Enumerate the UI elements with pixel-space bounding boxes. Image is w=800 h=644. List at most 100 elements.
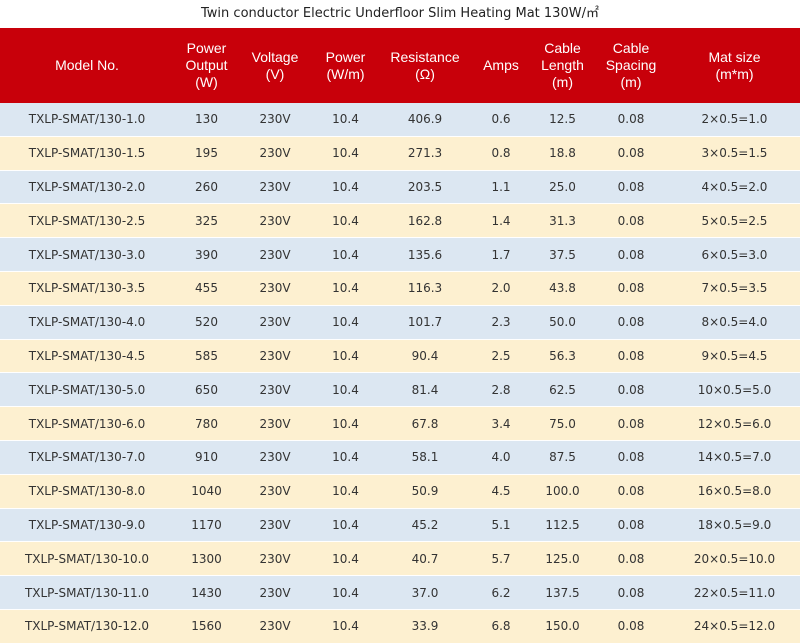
amps-cell: 5.7	[470, 541, 532, 577]
power-per-meter-cell: 10.4	[311, 339, 380, 374]
resistance-cell: 50.9	[380, 474, 470, 509]
resistance-cell: 90.4	[380, 339, 470, 374]
power-output-cell: 390	[174, 237, 239, 272]
amps-cell: 3.4	[470, 406, 532, 441]
mat-size-cell: 18×0.5=9.0	[669, 508, 800, 543]
model-header: Model No.	[0, 28, 174, 103]
mat-size-cell: 16×0.5=8.0	[669, 474, 800, 509]
mat-size-cell: 4×0.5=2.0	[669, 170, 800, 205]
model-cell: TXLP-SMAT/130-2.5	[0, 203, 174, 239]
cable-spacing-cell: 0.08	[593, 575, 669, 610]
amps-cell: 4.0	[470, 440, 532, 475]
power-per-meter-cell: 10.4	[311, 103, 380, 137]
power-per-meter-cell: 10.4	[311, 170, 380, 205]
power-output-cell: 520	[174, 305, 239, 340]
voltage-cell: 230V	[239, 305, 311, 340]
resistance-cell: 135.6	[380, 237, 470, 272]
cable-length-cell: 150.0	[532, 609, 593, 644]
amps-cell: 1.7	[470, 237, 532, 272]
voltage-cell: 230V	[239, 575, 311, 610]
power-per-meter-cell: 10.4	[311, 474, 380, 509]
power-per-meter-cell: 10.4	[311, 440, 380, 475]
voltage-cell: 230V	[239, 103, 311, 137]
cable-spacing-header: Cable Spacing (m)	[593, 28, 669, 103]
mat-size-cell: 20×0.5=10.0	[669, 541, 800, 577]
mat-size-cell: 5×0.5=2.5	[669, 203, 800, 239]
power-per-meter-cell: 10.4	[311, 609, 380, 644]
amps-cell: 0.8	[470, 136, 532, 171]
model-cell: TXLP-SMAT/130-4.0	[0, 305, 174, 340]
power-per-meter-cell: 10.4	[311, 541, 380, 577]
cable-spacing-cell: 0.08	[593, 271, 669, 306]
table-row: TXLP-SMAT/130-3.0 390 230V 10.4 135.6 1.7 37.5…	[0, 237, 800, 272]
power-output-cell: 260	[174, 170, 239, 205]
power-output-cell: 1300	[174, 541, 239, 577]
amps-cell: 2.0	[470, 271, 532, 306]
power-per-meter-cell: 10.4	[311, 406, 380, 441]
cable-spacing-cell: 0.08	[593, 103, 669, 137]
voltage-cell: 230V	[239, 609, 311, 644]
resistance-cell: 37.0	[380, 575, 470, 610]
model-cell: TXLP-SMAT/130-2.0	[0, 170, 174, 205]
cable-spacing-cell: 0.08	[593, 339, 669, 374]
amps-cell: 2.5	[470, 339, 532, 374]
table-row: TXLP-SMAT/130-1.5 195 230V 10.4 271.3 0.8 18.8…	[0, 136, 800, 171]
model-cell: TXLP-SMAT/130-8.0	[0, 474, 174, 509]
cable-length-cell: 62.5	[532, 372, 593, 408]
mat-size-cell: 7×0.5=3.5	[669, 271, 800, 306]
model-cell: TXLP-SMAT/130-10.0	[0, 541, 174, 577]
model-cell: TXLP-SMAT/130-11.0	[0, 575, 174, 610]
voltage-cell: 230V	[239, 271, 311, 306]
amps-header: Amps	[470, 28, 532, 103]
cable-length-cell: 43.8	[532, 271, 593, 306]
cable-spacing-cell: 0.08	[593, 609, 669, 644]
power-output-cell: 1040	[174, 474, 239, 509]
power-per-meter-cell: 10.4	[311, 271, 380, 306]
cable-length-cell: 137.5	[532, 575, 593, 610]
amps-cell: 0.6	[470, 103, 532, 137]
power-output-header: Power Output (W)	[174, 28, 239, 103]
mat-size-cell: 6×0.5=3.0	[669, 237, 800, 272]
cable-spacing-cell: 0.08	[593, 406, 669, 441]
cable-length-cell: 100.0	[532, 474, 593, 509]
model-cell: TXLP-SMAT/130-1.5	[0, 136, 174, 171]
voltage-header: Voltage (V)	[239, 28, 311, 103]
resistance-cell: 101.7	[380, 305, 470, 340]
power-per-meter-cell: 10.4	[311, 372, 380, 408]
power-output-cell: 1560	[174, 609, 239, 644]
amps-cell: 2.8	[470, 372, 532, 408]
table-row: TXLP-SMAT/130-2.0 260 230V 10.4 203.5 1.1 25.0…	[0, 170, 800, 205]
model-cell: TXLP-SMAT/130-4.5	[0, 339, 174, 374]
amps-cell: 1.4	[470, 203, 532, 239]
cable-length-cell: 50.0	[532, 305, 593, 340]
cable-spacing-cell: 0.08	[593, 541, 669, 577]
amps-cell: 4.5	[470, 474, 532, 509]
mat-size-cell: 2×0.5=1.0	[669, 103, 800, 137]
mat-size-cell: 9×0.5=4.5	[669, 339, 800, 374]
voltage-cell: 230V	[239, 440, 311, 475]
model-cell: TXLP-SMAT/130-9.0	[0, 508, 174, 543]
cable-spacing-cell: 0.08	[593, 170, 669, 205]
power-output-cell: 650	[174, 372, 239, 408]
power-per-meter-cell: 10.4	[311, 305, 380, 340]
table-row: TXLP-SMAT/130-12.0 1560 230V 10.4 33.9 6.8 150…	[0, 609, 800, 644]
power-per-meter-cell: 10.4	[311, 575, 380, 610]
amps-cell: 5.1	[470, 508, 532, 543]
resistance-cell: 67.8	[380, 406, 470, 441]
power-output-cell: 780	[174, 406, 239, 441]
model-cell: TXLP-SMAT/130-3.0	[0, 237, 174, 272]
cable-spacing-cell: 0.08	[593, 372, 669, 408]
cable-length-cell: 56.3	[532, 339, 593, 374]
mat-size-cell: 3×0.5=1.5	[669, 136, 800, 171]
mat-size-cell: 8×0.5=4.0	[669, 305, 800, 340]
spec-table: Model No. Power Output (W) Voltage (V) Powe…	[0, 28, 800, 644]
voltage-cell: 230V	[239, 406, 311, 441]
resistance-cell: 116.3	[380, 271, 470, 306]
table-row: TXLP-SMAT/130-7.0 910 230V 10.4 58.1 4.0 87.5 0…	[0, 440, 800, 475]
amps-cell: 1.1	[470, 170, 532, 205]
voltage-cell: 230V	[239, 372, 311, 408]
model-cell: TXLP-SMAT/130-3.5	[0, 271, 174, 306]
resistance-cell: 271.3	[380, 136, 470, 171]
resistance-cell: 162.8	[380, 203, 470, 239]
voltage-cell: 230V	[239, 170, 311, 205]
